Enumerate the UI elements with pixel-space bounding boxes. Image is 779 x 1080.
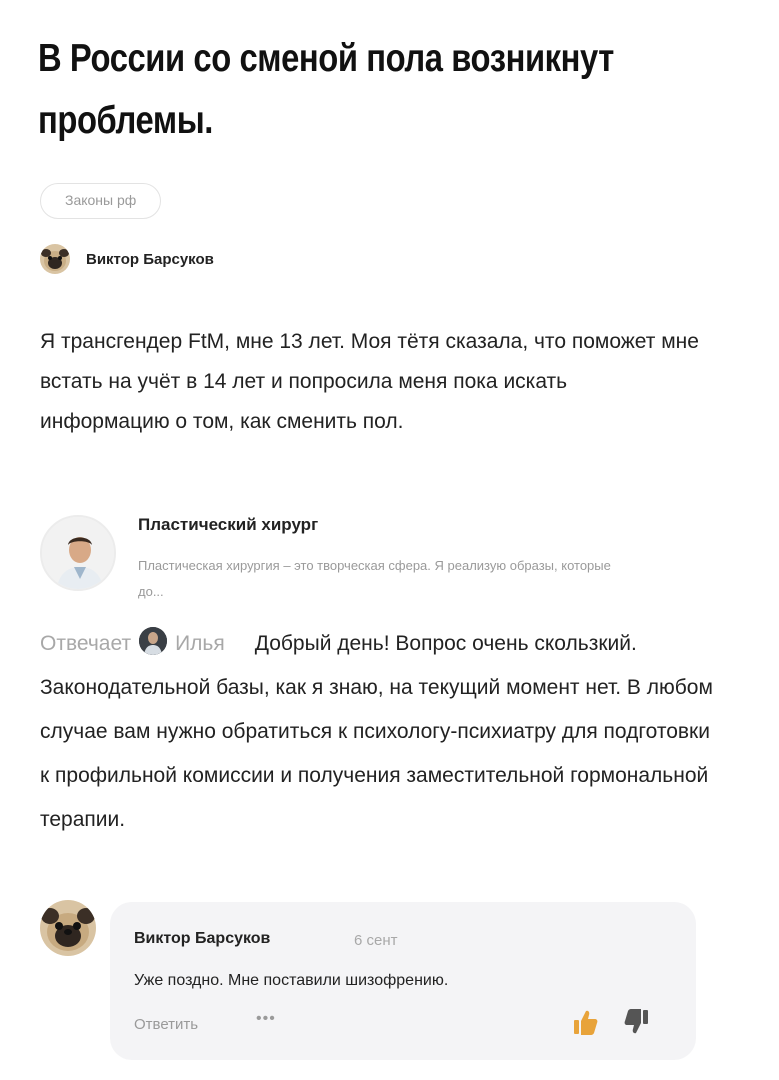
answer-block: Отвечает Илья Добрый день! Вопрос очень с… — [40, 622, 720, 842]
reply-label: Отвечает — [40, 632, 132, 655]
author-name[interactable]: Виктор Барсуков — [86, 251, 214, 268]
expert-description: Пластическая хирургия – это творческая с… — [138, 558, 611, 599]
thumbs-up-icon[interactable] — [572, 1008, 598, 1036]
pug-avatar-icon[interactable] — [40, 900, 96, 956]
thumbs-down-icon[interactable] — [624, 1008, 650, 1036]
tag-chip[interactable]: Законы рф — [40, 183, 162, 219]
expert-card[interactable]: Пластический хирург Пластическая хирурги… — [40, 510, 660, 610]
comment-date: 6 сент — [354, 932, 398, 949]
comment-text: Уже поздно. Мне поставили шизофрению. — [134, 972, 449, 989]
more-options-button[interactable]: ••• — [256, 1010, 276, 1028]
pug-avatar-icon — [40, 244, 70, 274]
answerer-name[interactable]: Илья — [175, 632, 225, 655]
answer-text: Добрый день! Вопрос очень скользкий. Зак… — [40, 632, 713, 831]
article-headline: В России со сменой пола возникнут пробле… — [38, 37, 614, 142]
user-avatar-icon — [139, 627, 168, 655]
question-author[interactable]: Виктор Барсуков — [40, 242, 214, 276]
expert-name[interactable]: Пластический хирург — [138, 515, 318, 535]
question-text: Я трансгендер FtM, мне 13 лет. Моя тётя … — [40, 330, 699, 433]
comment-author[interactable]: Виктор Барсуков — [134, 930, 270, 948]
comment-card: Виктор Барсуков 6 сент Уже поздно. Мне п… — [110, 902, 696, 1060]
doctor-avatar-icon — [40, 515, 116, 591]
reply-button[interactable]: Ответить — [134, 1016, 198, 1033]
